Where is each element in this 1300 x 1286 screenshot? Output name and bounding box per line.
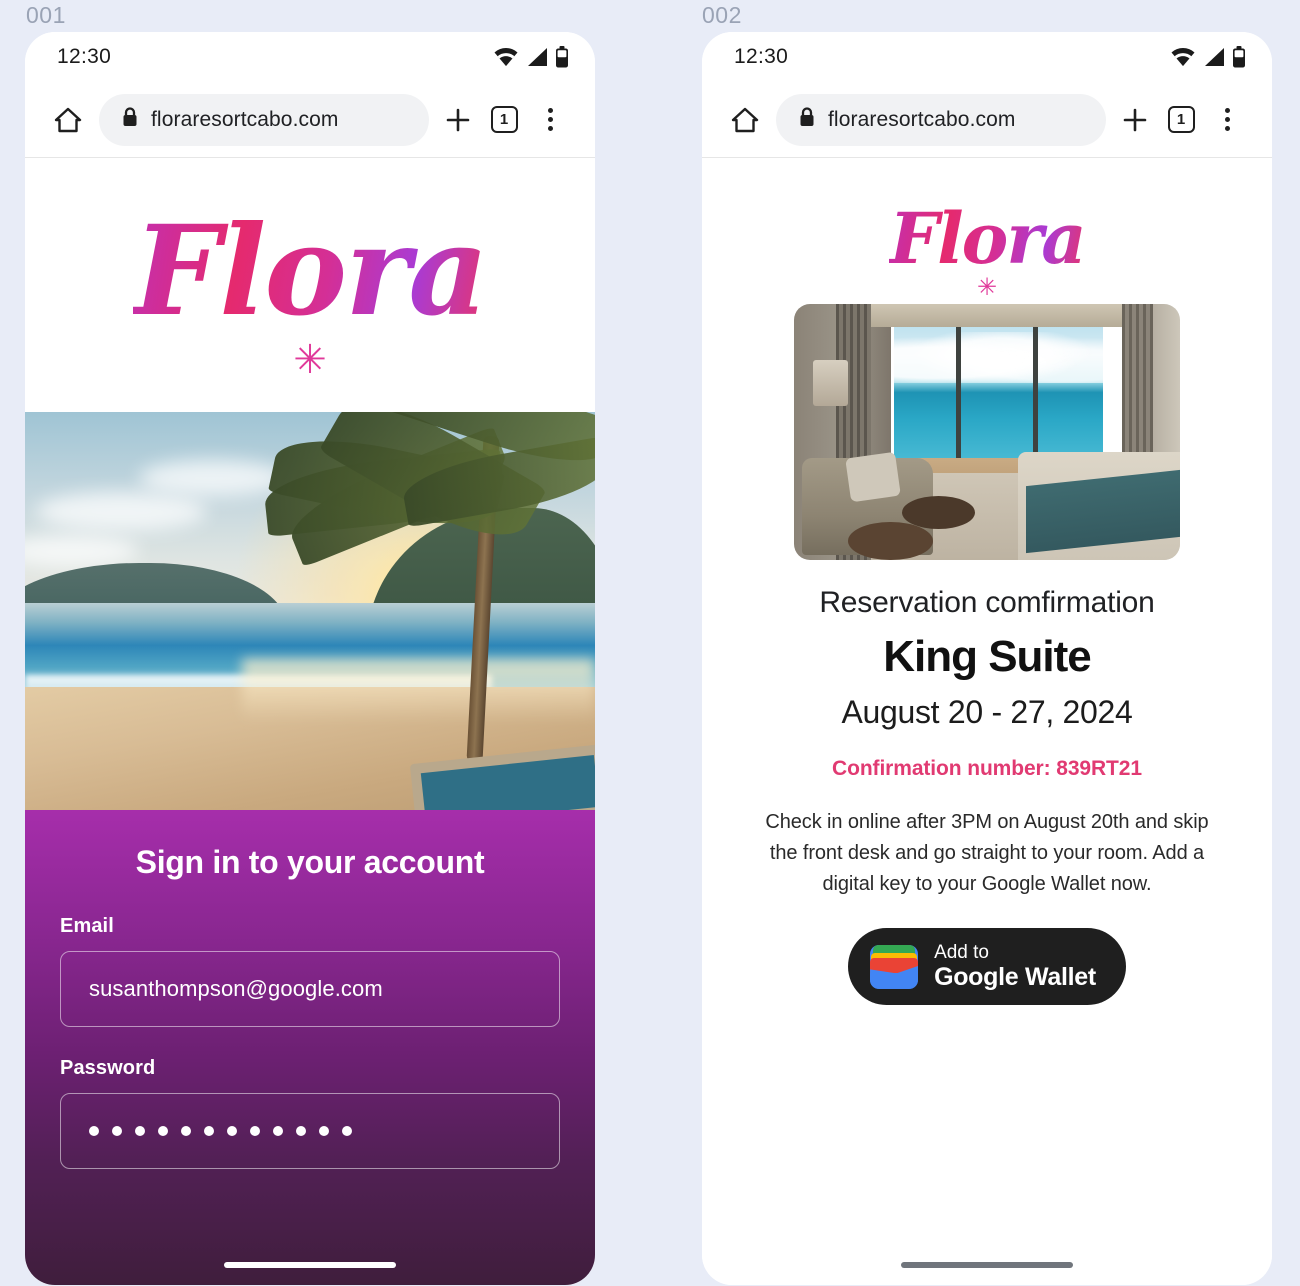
hero-cloud	[139, 459, 288, 496]
room-side-table	[848, 521, 933, 560]
room-ceiling	[871, 304, 1130, 328]
wifi-icon	[493, 47, 519, 67]
confirmation-subtitle: Reservation comfirmation	[819, 586, 1155, 619]
cellular-signal-icon	[526, 47, 548, 67]
lock-icon	[798, 106, 816, 133]
overflow-menu-icon[interactable]	[1204, 97, 1250, 143]
brand-logo: Flora ✳	[25, 158, 595, 412]
new-tab-button[interactable]	[435, 97, 481, 143]
browser-toolbar: floraresortcabo.com 1	[25, 82, 595, 158]
tab-count: 1	[490, 106, 518, 133]
battery-icon	[555, 46, 569, 68]
wallet-button-line1: Add to	[934, 942, 989, 963]
room-wall-lamp	[813, 360, 849, 407]
google-wallet-icon	[870, 944, 919, 989]
tab-switcher-button[interactable]: 1	[481, 97, 527, 143]
address-bar-url: floraresortcabo.com	[828, 107, 1016, 131]
confirmation-content: Reservation comfirmation King Suite Augu…	[702, 304, 1272, 1006]
frame-label-002: 002	[702, 2, 742, 28]
confirmation-number: Confirmation number: 839RT21	[832, 757, 1142, 780]
wallet-button-line2: Google Wallet	[934, 963, 1096, 992]
password-masked-value	[89, 1126, 352, 1136]
lock-icon	[121, 106, 139, 133]
phone-frame-002: 12:30 floraresortcabo.com 1 Flora ✳ Rese…	[702, 32, 1272, 1285]
status-bar: 12:30	[25, 32, 595, 82]
brand-logo: Flora ✳	[702, 158, 1272, 304]
brand-wordmark: Flora	[133, 199, 489, 344]
screenshot-canvas: 001 002 12:30 floraresortcabo.com 1 Flor…	[0, 0, 1300, 1286]
room-window-mullion	[956, 327, 962, 458]
password-label: Password	[60, 1057, 156, 1079]
hero-beach-image	[25, 412, 595, 810]
home-indicator[interactable]	[224, 1262, 396, 1268]
room-window-clouds	[894, 332, 1103, 384]
checkin-instructions: Check in online after 3PM on August 20th…	[765, 811, 1209, 895]
room-pillow	[845, 451, 901, 502]
add-to-google-wallet-button[interactable]: Add to Google Wallet	[848, 928, 1126, 1006]
status-icons	[493, 46, 569, 68]
address-bar[interactable]: floraresortcabo.com	[776, 93, 1106, 146]
home-indicator[interactable]	[901, 1262, 1073, 1268]
web-page-confirmation: Flora ✳ Reservation comfirmation King Su…	[702, 158, 1272, 1285]
overflow-dots	[1224, 108, 1230, 131]
wifi-icon	[1170, 47, 1196, 67]
stay-dates: August 20 - 27, 2024	[841, 694, 1133, 730]
brand-wordmark: Flora	[889, 197, 1086, 280]
email-value: susanthompson@google.com	[89, 976, 383, 1001]
status-clock: 12:30	[734, 45, 789, 68]
status-clock: 12:30	[57, 45, 112, 68]
email-field[interactable]: susanthompson@google.com	[60, 951, 560, 1027]
cellular-signal-icon	[1203, 47, 1225, 67]
frame-label-001: 001	[26, 2, 66, 28]
tab-switcher-button[interactable]: 1	[1158, 97, 1204, 143]
room-photo	[794, 304, 1180, 560]
tab-count: 1	[1167, 106, 1195, 133]
address-bar[interactable]: floraresortcabo.com	[99, 93, 429, 146]
overflow-menu-icon[interactable]	[527, 97, 573, 143]
wallet-button-text: Add to Google Wallet	[934, 942, 1096, 991]
brand-flourish-icon: ✳	[293, 338, 327, 382]
web-page-signin: Flora ✳ Sign in to your account Email su…	[25, 158, 595, 1285]
signin-heading: Sign in to your account	[135, 844, 485, 880]
browser-toolbar: floraresortcabo.com 1	[702, 82, 1272, 158]
status-bar: 12:30	[702, 32, 1272, 82]
room-name: King Suite	[883, 632, 1092, 681]
overflow-dots	[547, 108, 553, 131]
status-icons	[1170, 46, 1246, 68]
hero-sand-sheen	[241, 658, 595, 723]
room-window-mullion	[1033, 327, 1039, 458]
brand-flourish-icon: ✳	[976, 274, 998, 301]
home-icon[interactable]	[722, 97, 768, 143]
email-label: Email	[60, 915, 114, 937]
new-tab-button[interactable]	[1112, 97, 1158, 143]
phone-frame-001: 12:30 floraresortcabo.com 1 Flora ✳ Sign…	[25, 32, 595, 1285]
signin-panel: Sign in to your account Email susanthomp…	[25, 810, 595, 1285]
password-field[interactable]	[60, 1093, 560, 1169]
home-icon[interactable]	[45, 97, 91, 143]
address-bar-url: floraresortcabo.com	[151, 107, 339, 131]
battery-icon	[1232, 46, 1246, 68]
hero-cloud	[36, 491, 208, 532]
